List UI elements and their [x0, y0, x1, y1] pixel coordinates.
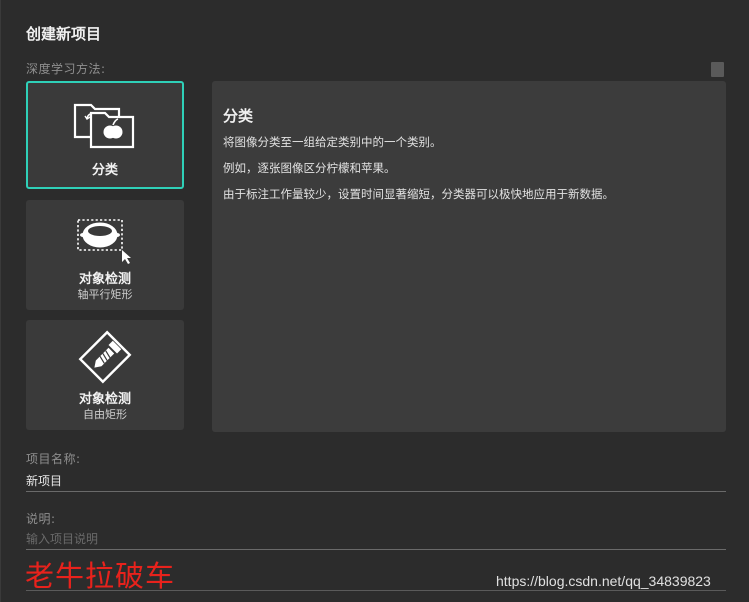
description-line-2: 例如，逐张图像区分柠檬和苹果。	[223, 161, 396, 175]
project-description-input[interactable]	[26, 528, 726, 550]
watermark-url: https://blog.csdn.net/qq_34839823	[496, 573, 711, 589]
method-label-classification: 分类	[91, 163, 118, 178]
dialog-title: 创建新项目	[26, 25, 102, 43]
project-description-label: 说明:	[26, 512, 56, 526]
classification-icon	[73, 97, 137, 157]
project-name-input[interactable]	[26, 470, 726, 492]
watermark-text: 老牛拉破车	[25, 559, 176, 593]
method-sublabel-axis-aligned: 轴平行矩形	[77, 288, 133, 301]
scrollbar-thumb[interactable]	[711, 62, 724, 77]
method-card-classification[interactable]: 分类	[26, 81, 184, 189]
method-sublabel-free-rectangle: 自由矩形	[83, 408, 127, 421]
method-card-detection-axis-aligned[interactable]: 对象检测 轴平行矩形	[26, 200, 184, 310]
method-description-panel: 分类 将图像分类至一组给定类别中的一个类别。 例如，逐张图像区分柠檬和苹果。 由…	[212, 81, 726, 432]
rotated-rectangle-detection-icon	[77, 330, 133, 388]
description-line-1: 将图像分类至一组给定类别中的一个类别。	[223, 135, 442, 149]
method-label-detection-rotated: 对象检测	[78, 392, 131, 407]
method-card-detection-rotated[interactable]: 对象检测 自由矩形	[26, 320, 184, 430]
method-label-detection-axis: 对象检测	[78, 272, 131, 287]
axis-aligned-detection-icon	[72, 216, 138, 268]
description-line-3: 由于标注工作量较少，设置时间显著缩短，分类器可以极快地应用于新数据。	[223, 187, 614, 201]
description-title: 分类	[223, 107, 254, 125]
create-project-dialog: 创建新项目 深度学习方法: 分类 对象检测 轴平行矩形 对象检测 自由矩形 分类…	[0, 0, 749, 602]
method-section-label: 深度学习方法:	[26, 62, 106, 76]
project-name-label: 项目名称:	[26, 452, 81, 466]
